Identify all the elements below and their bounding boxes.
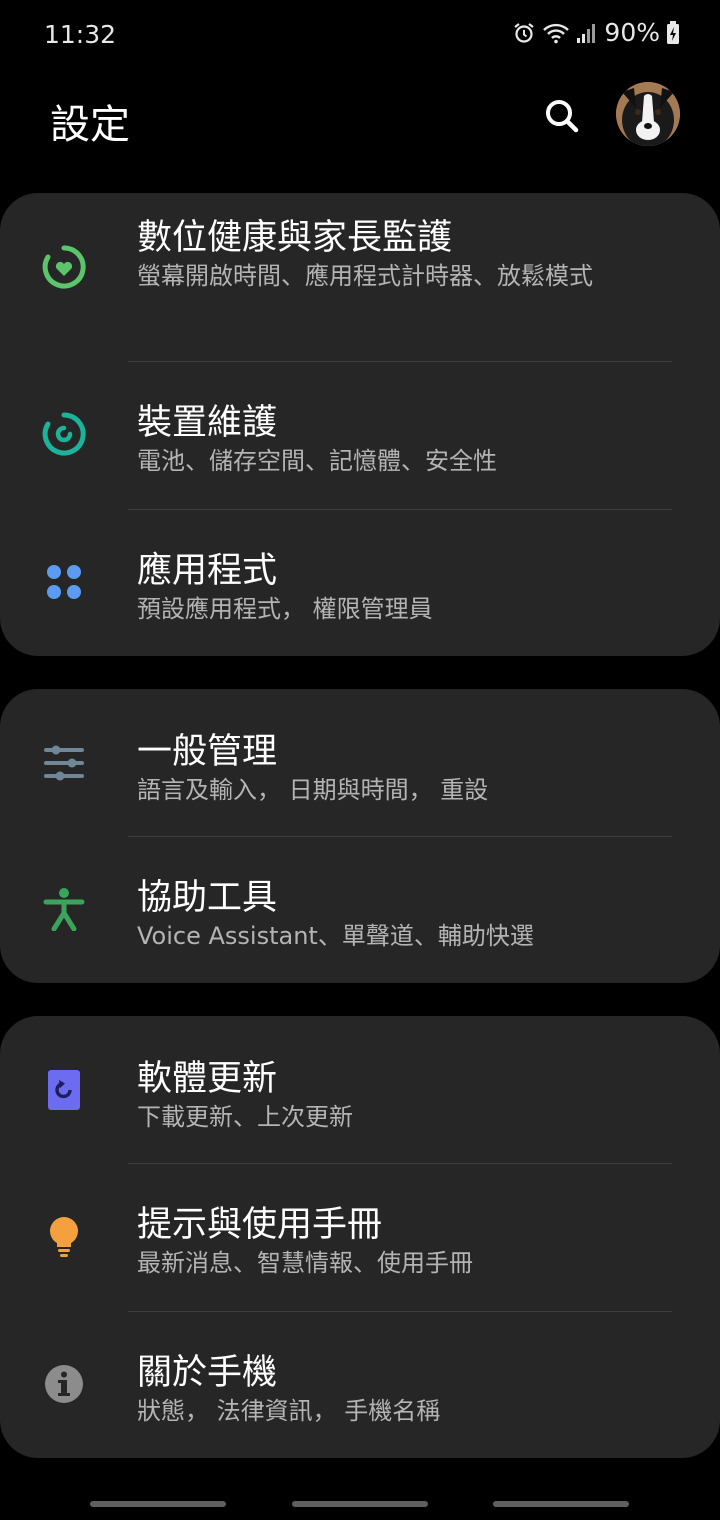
gesture-nav-bar xyxy=(0,1490,720,1520)
page-title: 設定 xyxy=(50,102,130,148)
tips-lightbulb-icon xyxy=(40,1212,88,1260)
settings-item-software-update[interactable]: 軟體更新 下載更新、上次更新 xyxy=(0,1016,720,1163)
battery-charging-icon xyxy=(667,20,679,44)
status-time: 11:32 xyxy=(44,20,117,49)
item-subtitle: 下載更新、上次更新 xyxy=(137,1103,353,1131)
alarm-icon xyxy=(514,22,535,43)
general-management-icon xyxy=(40,739,88,787)
device-care-icon xyxy=(40,410,88,458)
apps-icon xyxy=(40,558,88,606)
nav-recents-hint[interactable] xyxy=(90,1501,226,1507)
item-title: 軟體更新 xyxy=(137,1059,278,1099)
item-title: 一般管理 xyxy=(137,732,278,772)
item-title: 提示與使用手冊 xyxy=(137,1205,383,1245)
settings-item-digital-wellbeing[interactable]: 數位健康與家長監護 螢幕開啟時間、應用程式計時器、放鬆模式 xyxy=(0,193,720,361)
settings-group-3: 軟體更新 下載更新、上次更新 提示與使用手冊 最新消息、智慧情報、使用手冊 關於… xyxy=(0,1016,720,1458)
wifi-icon xyxy=(543,23,570,43)
item-subtitle: 螢幕開啟時間、應用程式計時器、放鬆模式 xyxy=(137,262,593,290)
digital-wellbeing-icon xyxy=(40,243,88,291)
nav-home-hint[interactable] xyxy=(292,1501,428,1507)
item-title: 裝置維護 xyxy=(137,403,278,443)
settings-group-2: 一般管理 語言及輸入， 日期與時間， 重設 協助工具 Voice Assista… xyxy=(0,689,720,983)
software-update-icon xyxy=(40,1066,88,1114)
settings-item-tips-manual[interactable]: 提示與使用手冊 最新消息、智慧情報、使用手冊 xyxy=(0,1164,720,1311)
settings-item-about-phone[interactable]: 關於手機 狀態， 法律資訊， 手機名稱 xyxy=(0,1312,720,1458)
status-bar: 11:32 90% xyxy=(0,0,720,70)
settings-item-apps[interactable]: 應用程式 預設應用程式， 權限管理員 xyxy=(0,510,720,656)
item-subtitle: 最新消息、智慧情報、使用手冊 xyxy=(137,1249,473,1277)
settings-item-general-management[interactable]: 一般管理 語言及輸入， 日期與時間， 重設 xyxy=(0,689,720,836)
battery-percent: 90% xyxy=(604,18,660,47)
about-phone-icon xyxy=(40,1360,88,1408)
nav-back-hint[interactable] xyxy=(493,1501,629,1507)
item-subtitle: 狀態， 法律資訊， 手機名稱 xyxy=(137,1397,441,1425)
item-subtitle: 預設應用程式， 權限管理員 xyxy=(137,595,433,623)
item-title: 應用程式 xyxy=(137,551,278,591)
settings-group-1: 數位健康與家長監護 螢幕開啟時間、應用程式計時器、放鬆模式 裝置維護 電池、儲存… xyxy=(0,193,720,656)
search-button[interactable] xyxy=(538,92,586,140)
item-title: 協助工具 xyxy=(137,878,278,918)
dog-photo-avatar xyxy=(616,82,680,146)
avatar[interactable] xyxy=(616,82,680,146)
item-title: 關於手機 xyxy=(137,1353,278,1393)
search-icon xyxy=(546,100,579,133)
app-header: 設定 xyxy=(0,70,720,170)
status-icons: 90% xyxy=(512,18,680,47)
signal-icon xyxy=(577,23,596,43)
accessibility-icon xyxy=(40,885,88,933)
settings-item-accessibility[interactable]: 協助工具 Voice Assistant、單聲道、輔助快選 xyxy=(0,837,720,983)
item-title: 數位健康與家長監護 xyxy=(137,218,453,258)
item-subtitle: Voice Assistant、單聲道、輔助快選 xyxy=(137,922,534,950)
settings-item-device-care[interactable]: 裝置維護 電池、儲存空間、記憶體、安全性 xyxy=(0,362,720,509)
item-subtitle: 電池、儲存空間、記憶體、安全性 xyxy=(137,447,497,475)
item-subtitle: 語言及輸入， 日期與時間， 重設 xyxy=(137,776,489,804)
